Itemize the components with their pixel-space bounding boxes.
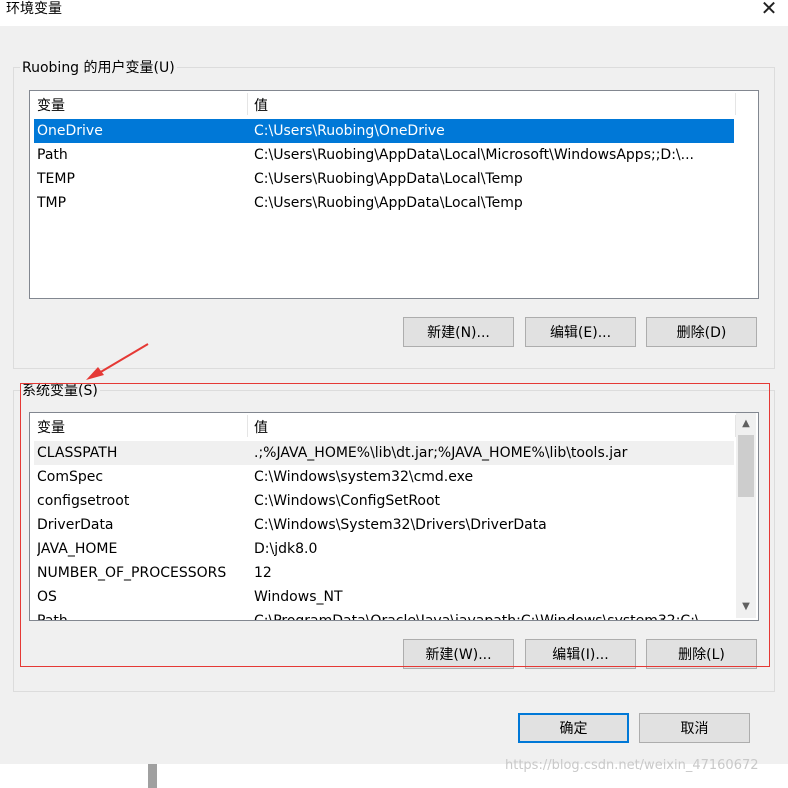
table-row[interactable]: Path C:\Users\Ruobing\AppData\Local\Micr… (34, 143, 734, 167)
title-bar (0, 0, 788, 26)
background-window-divider (148, 764, 157, 788)
watermark-text: https://blog.csdn.net/weixin_47160672 (505, 758, 759, 773)
window-title: 环境变量 (6, 1, 62, 17)
column-divider[interactable] (247, 93, 248, 115)
table-row[interactable]: TMP C:\Users\Ruobing\AppData\Local\Temp (34, 191, 734, 215)
ok-button[interactable]: 确定 (518, 713, 629, 743)
user-vars-label: Ruobing 的用户变量(U) (20, 59, 177, 77)
table-row[interactable]: TEMP C:\Users\Ruobing\AppData\Local\Temp (34, 167, 734, 191)
annotation-highlight-box (20, 383, 770, 667)
user-delete-button[interactable]: 删除(D) (646, 317, 757, 347)
column-header-name[interactable]: 变量 (37, 95, 65, 115)
user-new-button[interactable]: 新建(N)... (403, 317, 514, 347)
user-edit-button[interactable]: 编辑(E)... (525, 317, 636, 347)
column-divider[interactable] (735, 93, 736, 115)
user-vars-list[interactable]: 变量 值 OneDrive C:\Users\Ruobing\OneDrive … (29, 90, 759, 299)
cancel-button[interactable]: 取消 (639, 713, 750, 743)
table-row[interactable]: OneDrive C:\Users\Ruobing\OneDrive (34, 119, 734, 143)
column-header-value[interactable]: 值 (254, 95, 268, 115)
annotation-arrow (86, 343, 149, 380)
user-vars-header: 变量 值 (30, 91, 758, 117)
close-icon[interactable]: ✕ (758, 0, 780, 20)
